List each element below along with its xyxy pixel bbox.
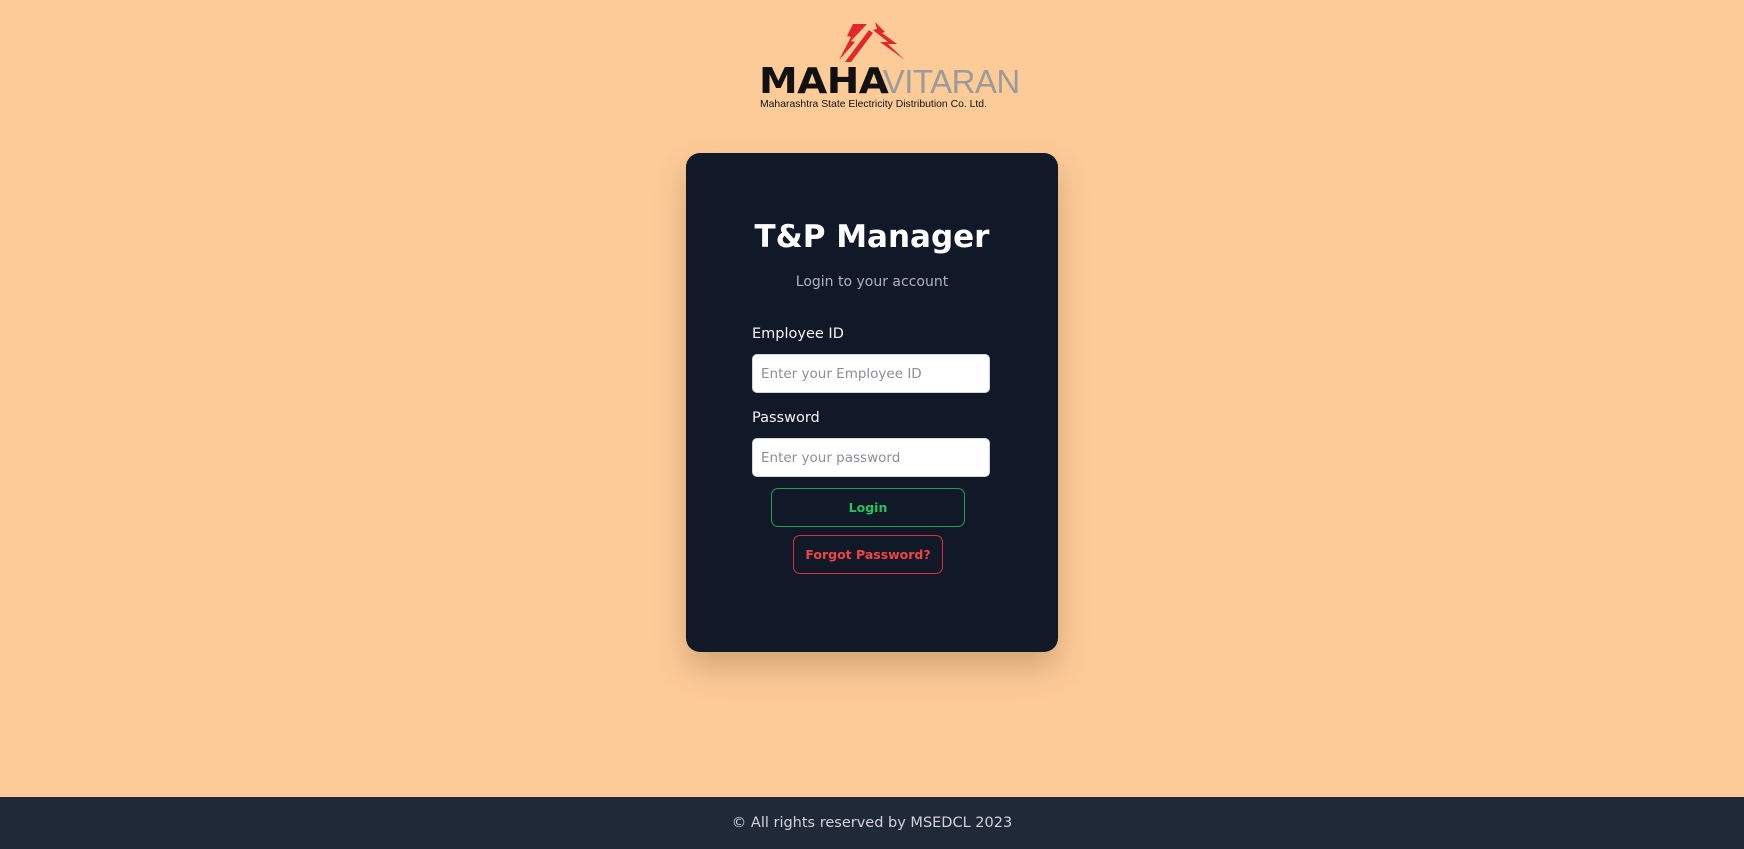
logo-vitaran-text: VITARAN bbox=[882, 63, 1021, 100]
page-subtitle: Login to your account bbox=[795, 274, 949, 290]
footer: © All rights reserved by MSEDCL 2023 bbox=[0, 797, 1744, 849]
logo-maha-text: MAHA bbox=[759, 61, 889, 102]
forgot-password-button[interactable]: Forgot Password? bbox=[793, 535, 943, 574]
employee-id-input[interactable] bbox=[752, 354, 990, 393]
mahavitaran-logo: MAHAVITARAN Maharashtra State Electricit… bbox=[757, 20, 1020, 115]
login-card: T&P Manager Login to your account Employ… bbox=[686, 153, 1058, 652]
page-title: T&P Manager bbox=[754, 219, 990, 255]
password-label: Password bbox=[752, 410, 820, 426]
lightning-bolts-icon bbox=[839, 22, 905, 62]
login-button[interactable]: Login bbox=[771, 488, 965, 527]
password-input[interactable] bbox=[752, 438, 990, 477]
login-page: MAHAVITARAN Maharashtra State Electricit… bbox=[0, 0, 1744, 849]
employee-id-label: Employee ID bbox=[752, 326, 844, 342]
footer-copyright: © All rights reserved by MSEDCL 2023 bbox=[731, 815, 1013, 831]
logo-tagline: Maharashtra State Electricity Distributi… bbox=[760, 99, 987, 110]
